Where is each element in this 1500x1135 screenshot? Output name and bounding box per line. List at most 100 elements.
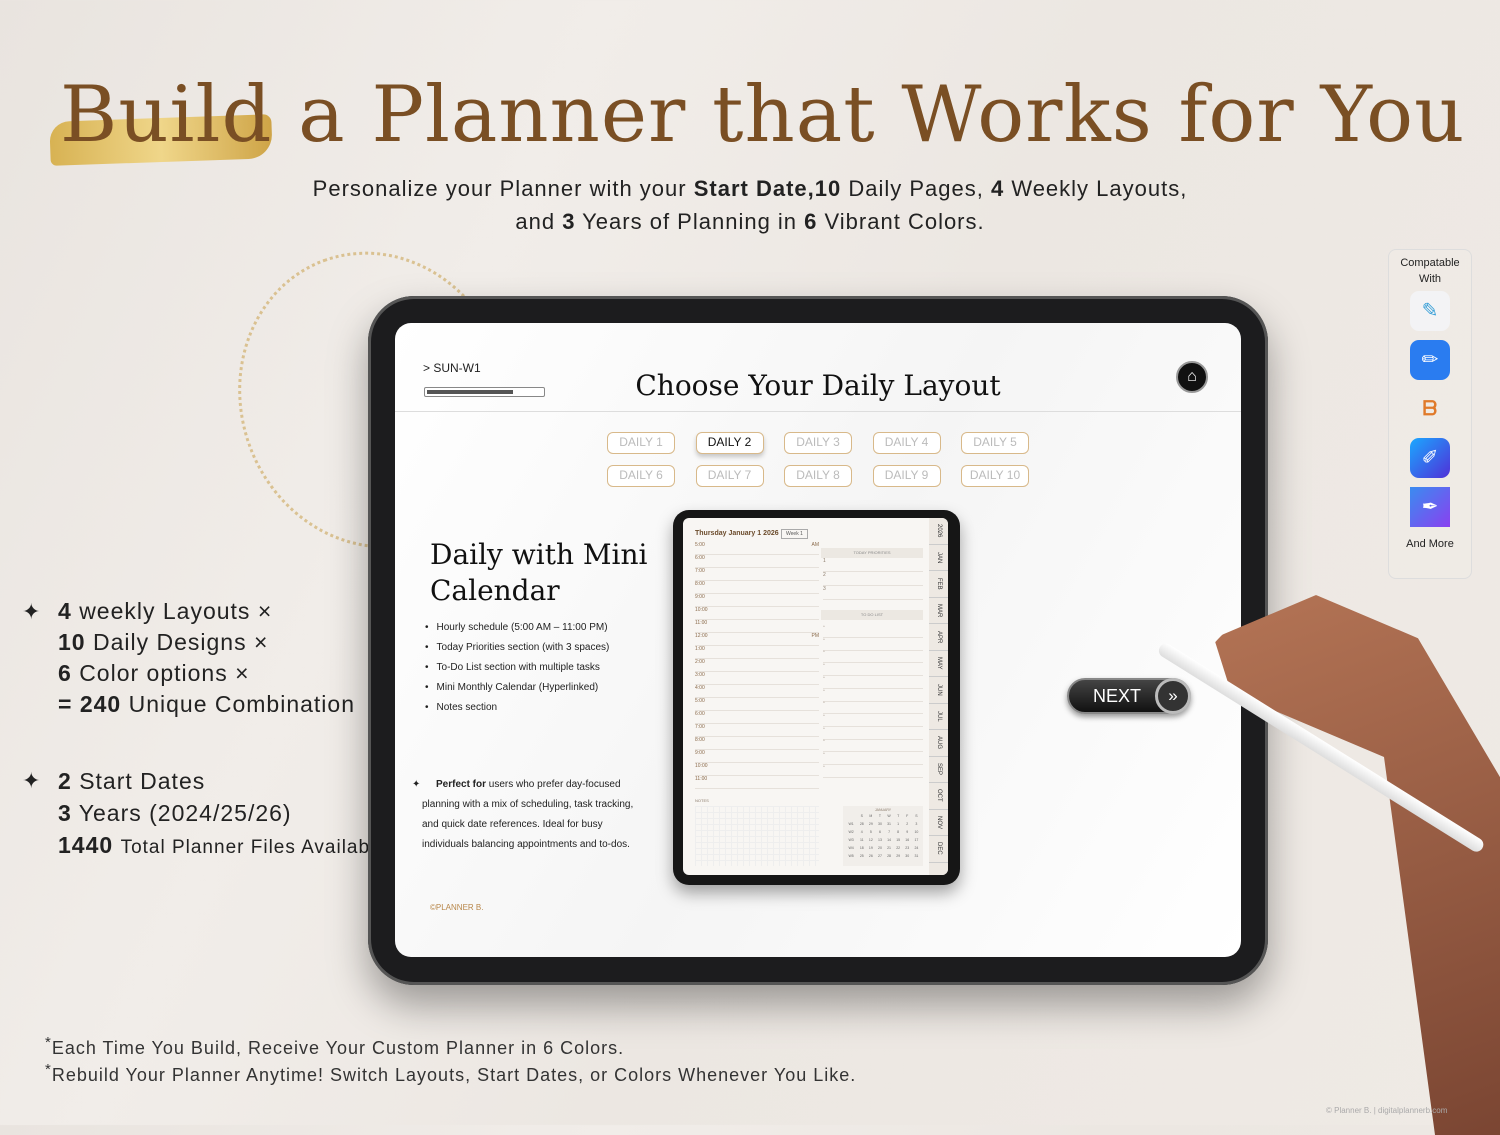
layout-button[interactable]: DAILY 2	[695, 432, 764, 454]
hour-row[interactable]: 8:00	[695, 581, 819, 594]
layout-button[interactable]: DAILY 1	[607, 432, 675, 454]
todo-line[interactable]: ▫	[823, 764, 923, 778]
calendar-day[interactable]: 19	[866, 844, 875, 852]
calendar-day[interactable]: 7	[885, 828, 894, 836]
hour-row[interactable]: 3:00	[695, 672, 819, 685]
calendar-day[interactable]: 16	[903, 836, 912, 844]
calendar-day[interactable]: 25	[857, 852, 866, 860]
week-link[interactable]: W3	[845, 836, 857, 844]
hour-row[interactable]: 1:00	[695, 646, 819, 659]
hour-row[interactable]: 11:00	[695, 776, 819, 789]
calendar-day[interactable]: 6	[875, 828, 884, 836]
priority-line[interactable]: 3	[823, 586, 923, 600]
calendar-day[interactable]: 29	[866, 820, 875, 828]
calendar-day[interactable]: 2	[903, 820, 912, 828]
hour-row[interactable]: 2:00	[695, 659, 819, 672]
month-tab[interactable]: NOV	[929, 810, 948, 836]
hour-row[interactable]: 4:00	[695, 685, 819, 698]
calendar-day[interactable]: 12	[866, 836, 875, 844]
week-link[interactable]: W2	[845, 828, 857, 836]
calendar-day[interactable]: 30	[875, 820, 884, 828]
hour-row[interactable]: 5:00 AM	[695, 542, 819, 555]
calendar-day[interactable]: 29	[894, 852, 903, 860]
calendar-day[interactable]: 4	[857, 828, 866, 836]
hour-row[interactable]: 12:00 PM	[695, 633, 819, 646]
headline-subtitle: Personalize your Planner with your Start…	[312, 176, 1188, 234]
calendar-day[interactable]: 28	[857, 820, 866, 828]
calendar-day[interactable]: 24	[912, 844, 921, 852]
calendar-day[interactable]: 18	[857, 844, 866, 852]
combination-features: ✦ 4 weekly Layouts × 10 Daily Designs × …	[22, 598, 355, 717]
calendar-day[interactable]: 21	[885, 844, 894, 852]
month-tab[interactable]: SEP	[929, 757, 948, 783]
calendar-day[interactable]: 20	[875, 844, 884, 852]
calendar-day[interactable]: 1	[894, 820, 903, 828]
hour-row[interactable]: 11:00	[695, 620, 819, 633]
month-tab[interactable]: DEC	[929, 836, 948, 863]
hour-row[interactable]: 8:00	[695, 737, 819, 750]
next-button[interactable]: NEXT»	[1067, 678, 1191, 714]
week-link[interactable]: W4	[845, 844, 857, 852]
calendar-day[interactable]: 31	[912, 852, 921, 860]
footnote: *Each Time You Build, Receive Your Custo…	[45, 1034, 625, 1058]
calendar-day[interactable]: 31	[885, 820, 894, 828]
month-tab[interactable]: 2026	[929, 518, 948, 545]
layout-button[interactable]: DAILY 4	[872, 432, 941, 454]
week-link[interactable]: W5	[845, 852, 857, 860]
month-tab[interactable]: OCT	[929, 783, 948, 810]
calendar-day[interactable]: 9	[903, 828, 912, 836]
hour-row[interactable]: 7:00	[695, 568, 819, 581]
layout-button[interactable]: DAILY 7	[695, 465, 764, 487]
calendar-day[interactable]: 15	[894, 836, 903, 844]
month-tab[interactable]: AUG	[929, 730, 948, 757]
calendar-day[interactable]: 23	[903, 844, 912, 852]
hour-label: 6:00	[695, 555, 705, 561]
mini-calendar: JANUARY S M T W T F S W1 28 29 30 31 1 2 3 W2 4 5 6 7 8 9 10 W3…	[843, 806, 923, 866]
meridiem-label: PM	[811, 633, 820, 639]
week-link[interactable]: W1	[845, 820, 857, 828]
layout-button[interactable]: DAILY 9	[872, 465, 941, 487]
layout-button[interactable]: DAILY 3	[784, 432, 852, 454]
calendar-day[interactable]: 30	[903, 852, 912, 860]
hour-row[interactable]: 9:00	[695, 750, 819, 763]
layout-button[interactable]: DAILY 6	[607, 465, 675, 487]
hour-row[interactable]: 10:00	[695, 763, 819, 776]
calendar-day[interactable]: 13	[875, 836, 884, 844]
month-tab[interactable]: JUN	[929, 677, 948, 704]
calendar-day[interactable]: 26	[866, 852, 875, 860]
calendar-day[interactable]: 27	[875, 852, 884, 860]
calendar-day[interactable]: 5	[866, 828, 875, 836]
calendar-day[interactable]: 8	[894, 828, 903, 836]
layout-button[interactable]: DAILY 8	[784, 465, 852, 487]
week-link[interactable]: Week 1	[781, 529, 808, 539]
hour-label: 10:00	[695, 763, 708, 769]
calendar-day[interactable]: 28	[885, 852, 894, 860]
hour-row[interactable]: 6:00	[695, 711, 819, 724]
hour-row[interactable]: 10:00	[695, 607, 819, 620]
priority-line[interactable]: 1	[823, 558, 923, 572]
month-tab[interactable]: FEB	[929, 571, 948, 598]
month-tab[interactable]: MAY	[929, 651, 948, 677]
hour-row[interactable]: 9:00	[695, 594, 819, 607]
month-tab[interactable]: MAR	[929, 598, 948, 624]
month-tab[interactable]: APR	[929, 624, 948, 651]
calendar-day[interactable]: 22	[894, 844, 903, 852]
month-tab[interactable]: JUL	[929, 704, 948, 730]
calendar-day[interactable]: 11	[857, 836, 866, 844]
hour-row[interactable]: 7:00	[695, 724, 819, 737]
hour-row[interactable]: 6:00	[695, 555, 819, 568]
notes-grid[interactable]	[695, 806, 819, 866]
month-tab[interactable]: JAN	[929, 545, 948, 571]
tablet-screen: > SUN-W1 Choose Your Daily Layout ⌂ DAIL…	[395, 323, 1241, 957]
calendar-day[interactable]: 17	[912, 836, 921, 844]
weekday-label: W	[887, 814, 891, 818]
calendar-day[interactable]: 10	[912, 828, 921, 836]
calendar-day[interactable]: 14	[885, 836, 894, 844]
home-button[interactable]: ⌂	[1176, 361, 1208, 393]
priority-line[interactable]: 2	[823, 572, 923, 586]
hour-row[interactable]: 5:00	[695, 698, 819, 711]
layout-button[interactable]: DAILY 10	[961, 465, 1029, 487]
calendar-day[interactable]: 3	[912, 820, 921, 828]
hour-label: 8:00	[695, 581, 705, 587]
layout-button[interactable]: DAILY 5	[961, 432, 1029, 454]
